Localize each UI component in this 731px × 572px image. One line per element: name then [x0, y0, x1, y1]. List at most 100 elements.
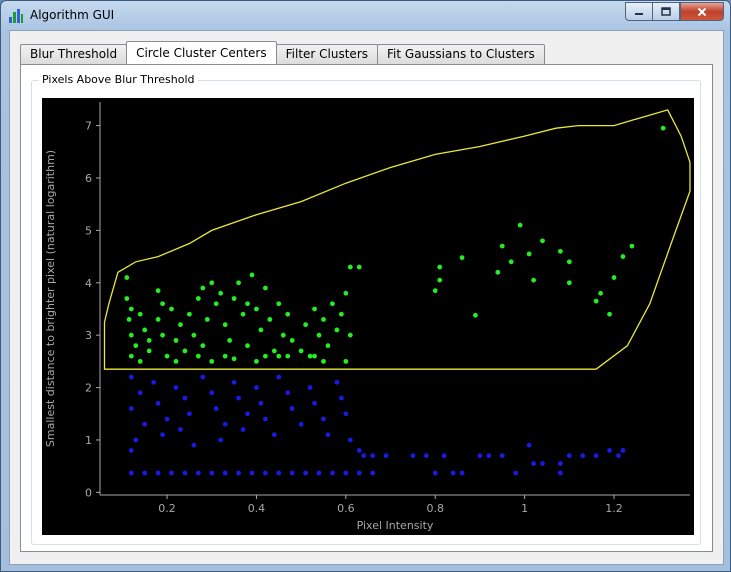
- data-point: [517, 222, 523, 228]
- data-point: [254, 306, 259, 312]
- data-point: [240, 427, 246, 432]
- data-point: [213, 406, 219, 411]
- data-point: [151, 379, 157, 385]
- data-point: [164, 353, 170, 359]
- x-tick-label: 0.4: [248, 502, 266, 515]
- tab-fit-gaussians[interactable]: Fit Gaussians to Clusters: [377, 44, 545, 64]
- data-point: [338, 311, 344, 317]
- data-point: [222, 322, 228, 328]
- data-point: [459, 255, 465, 261]
- data-point: [245, 411, 250, 417]
- y-tick-label: 4: [85, 277, 92, 290]
- data-point: [423, 453, 429, 459]
- data-point: [137, 390, 143, 396]
- data-point: [195, 470, 201, 476]
- data-point: [128, 406, 134, 411]
- data-point: [200, 285, 206, 291]
- y-axis-label: Smallest distance to brighter pixel (nat…: [44, 150, 57, 447]
- data-point: [146, 338, 152, 343]
- scatter-plot[interactable]: 0 1 2 3 4 5 6 7 0.2 0.4 0.6 0.8 1 1.2 Pixel Intensity S…: [42, 98, 694, 535]
- data-point: [441, 453, 447, 459]
- data-point: [262, 470, 268, 476]
- data-point: [330, 301, 335, 307]
- data-point: [321, 317, 326, 322]
- data-point: [477, 453, 483, 459]
- data-point: [236, 395, 241, 401]
- y-tick-label: 2: [85, 382, 92, 395]
- data-point: [307, 353, 313, 359]
- data-point: [338, 395, 344, 401]
- data-point: [262, 416, 268, 422]
- data-point: [356, 448, 362, 453]
- data-point: [307, 385, 313, 390]
- data-point: [303, 470, 309, 476]
- data-point: [155, 288, 161, 294]
- data-point: [361, 453, 367, 459]
- data-point: [499, 453, 505, 459]
- window-title: Algorithm GUI: [30, 8, 115, 22]
- data-point: [128, 470, 134, 476]
- data-point: [262, 353, 268, 359]
- data-point: [245, 301, 250, 307]
- data-point: [191, 442, 197, 448]
- data-point: [508, 259, 514, 265]
- algorithm-app-icon: [9, 9, 23, 23]
- data-point: [312, 353, 317, 359]
- window-controls: [625, 2, 724, 21]
- data-point: [128, 448, 134, 453]
- minimize-button[interactable]: [625, 2, 652, 21]
- data-point: [450, 470, 456, 476]
- data-point: [616, 453, 621, 459]
- data-point: [557, 248, 563, 254]
- y-tick-label: 1: [85, 434, 92, 447]
- data-point: [271, 348, 277, 354]
- data-point: [142, 327, 148, 333]
- x-tick-label: 1.2: [605, 502, 623, 515]
- data-point: [169, 306, 174, 312]
- data-point: [276, 353, 282, 359]
- data-point: [620, 254, 626, 259]
- data-point: [182, 395, 188, 401]
- data-point: [660, 125, 666, 131]
- data-point: [178, 322, 183, 328]
- maximize-button[interactable]: [652, 2, 680, 21]
- data-point: [557, 461, 563, 466]
- data-point: [227, 338, 233, 343]
- data-point: [128, 353, 134, 359]
- close-button[interactable]: [680, 2, 724, 21]
- tab-blur-threshold[interactable]: Blur Threshold: [20, 44, 128, 64]
- data-point: [312, 306, 317, 312]
- data-point: [267, 317, 273, 322]
- data-point: [343, 470, 349, 476]
- data-point: [169, 470, 174, 476]
- data-point: [200, 374, 206, 380]
- data-point: [142, 421, 148, 427]
- data-point: [258, 400, 264, 406]
- y-tick-label: 7: [85, 120, 92, 133]
- data-point: [222, 353, 228, 359]
- group-title: Pixels Above Blur Threshold: [39, 73, 198, 86]
- data-point: [316, 470, 322, 476]
- data-point: [164, 416, 170, 422]
- tab-circle-cluster-centers[interactable]: Circle Cluster Centers: [126, 41, 277, 64]
- y-tick-label: 5: [85, 224, 92, 237]
- data-point: [182, 348, 188, 354]
- data-point: [160, 301, 165, 307]
- data-point: [126, 317, 132, 322]
- data-point: [593, 298, 599, 304]
- y-tick-label: 0: [85, 486, 92, 499]
- title-bar[interactable]: Algorithm GUI: [1, 1, 730, 29]
- data-point: [383, 453, 389, 459]
- data-point: [598, 290, 604, 296]
- chart-svg[interactable]: 0 1 2 3 4 5 6 7 0.2 0.4 0.6 0.8 1 1.2 Pixel Intensity S…: [42, 98, 694, 535]
- y-tick-label: 6: [85, 172, 92, 185]
- data-point: [271, 432, 277, 438]
- data-point: [231, 379, 237, 385]
- data-point: [513, 470, 519, 476]
- data-point: [526, 251, 532, 257]
- data-point: [236, 280, 241, 286]
- data-point: [262, 285, 268, 291]
- tab-filter-clusters[interactable]: Filter Clusters: [275, 44, 379, 64]
- data-point: [531, 461, 536, 466]
- data-point: [222, 421, 228, 427]
